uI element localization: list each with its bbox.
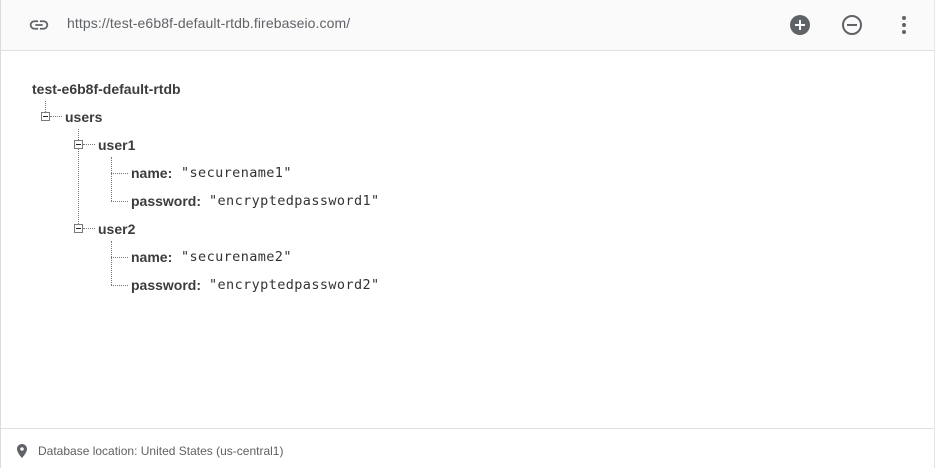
url-toolbar: https://test-e6b8f-default-rtdb.firebase… (1, 0, 934, 51)
tree-connector (45, 101, 46, 112)
field-key[interactable]: name: (131, 249, 172, 265)
tree-connector (83, 144, 95, 145)
location-pin-icon (17, 444, 27, 458)
tree-connector (78, 149, 79, 224)
collapse-user1-toggle[interactable] (74, 140, 83, 149)
user1-node-label[interactable]: user1 (98, 137, 135, 153)
field-value[interactable]: "securename1" (181, 165, 292, 181)
field-key[interactable]: password: (131, 277, 201, 293)
database-location-text: Database location: United States (us-cen… (38, 444, 284, 458)
tree-connector (83, 228, 95, 229)
remove-circle-icon[interactable] (840, 13, 864, 37)
database-location-footer: Database location: United States (us-cen… (1, 428, 934, 468)
tree-connector (111, 241, 112, 285)
user2-node-label[interactable]: user2 (98, 221, 135, 237)
add-circle-icon[interactable] (788, 13, 812, 37)
collapse-users-toggle[interactable] (41, 112, 50, 121)
tree-connector (111, 201, 128, 202)
collapse-user2-toggle[interactable] (74, 224, 83, 233)
more-vert-icon[interactable] (892, 13, 916, 37)
field-key[interactable]: name: (131, 165, 172, 181)
link-icon[interactable] (27, 14, 51, 36)
field-value[interactable]: "securename2" (181, 249, 292, 265)
field-value[interactable]: "encryptedpassword2" (209, 277, 380, 293)
field-key[interactable]: password: (131, 193, 201, 209)
tree-connector (50, 116, 62, 117)
tree-connector (111, 257, 128, 258)
users-node-label[interactable]: users (65, 109, 102, 125)
database-url[interactable]: https://test-e6b8f-default-rtdb.firebase… (67, 15, 350, 31)
tree-connector (111, 173, 128, 174)
field-value[interactable]: "encryptedpassword1" (209, 193, 380, 209)
root-node-label[interactable]: test-e6b8f-default-rtdb (32, 81, 181, 97)
tree-connector (78, 129, 79, 140)
data-tree: test-e6b8f-default-rtdb users user1 name… (1, 51, 934, 427)
tree-connector (111, 285, 128, 286)
database-panel: https://test-e6b8f-default-rtdb.firebase… (0, 0, 935, 468)
tree-connector (111, 157, 112, 201)
